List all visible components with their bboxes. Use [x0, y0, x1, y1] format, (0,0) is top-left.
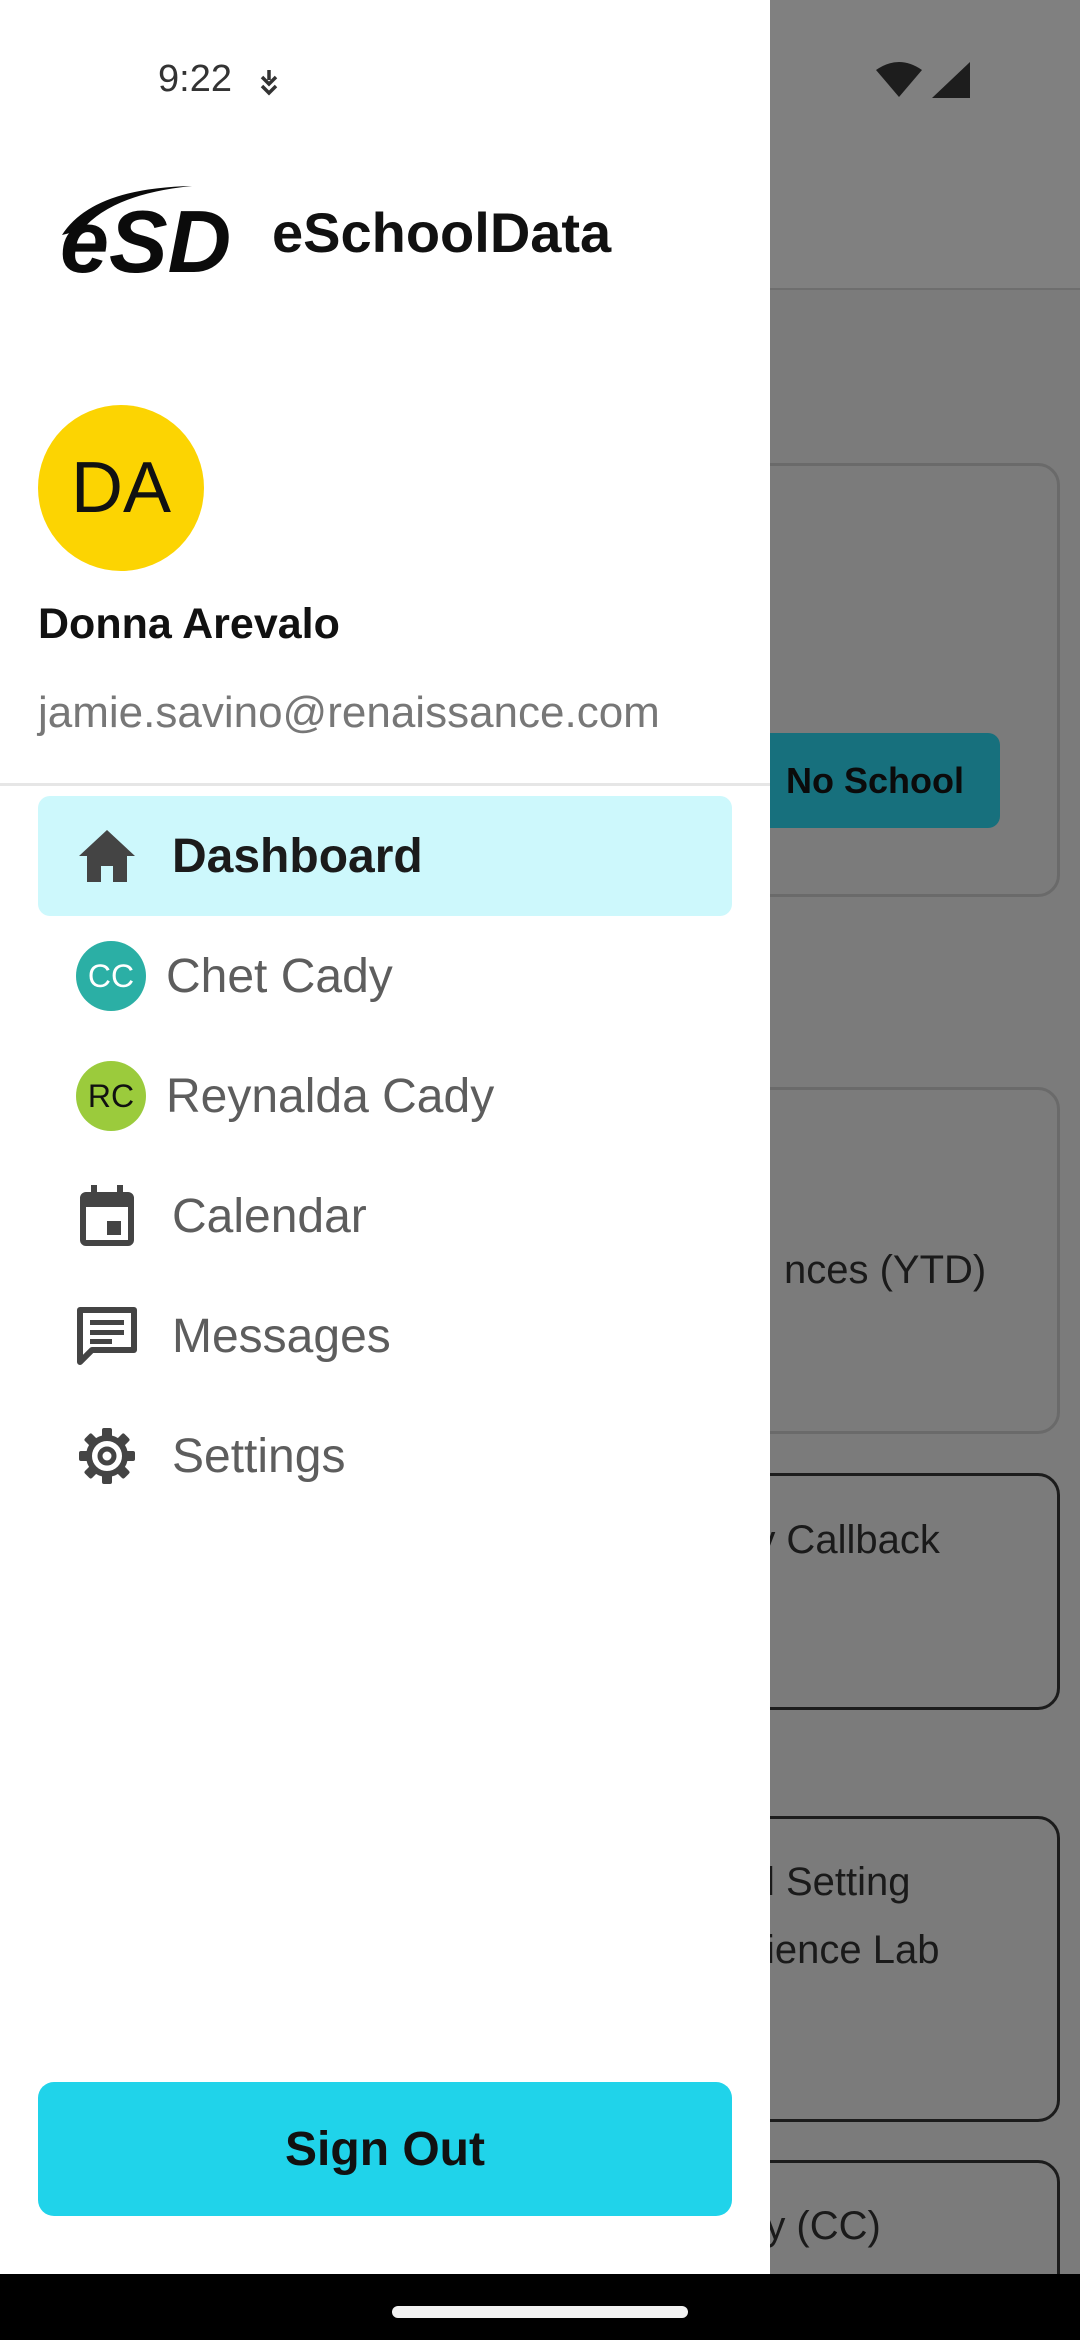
nav-label-dashboard: Dashboard	[172, 829, 423, 883]
app-name: eSchoolData	[272, 201, 612, 264]
background-card-5-text: ry (CC)	[752, 2204, 881, 2248]
sign-out-button[interactable]: Sign Out	[38, 2082, 732, 2216]
nav-label-calendar: Calendar	[172, 1189, 367, 1243]
home-icon	[76, 825, 138, 887]
nav-item-calendar[interactable]: Calendar	[38, 1156, 732, 1276]
calendar-icon	[76, 1185, 138, 1247]
message-icon	[76, 1305, 138, 1367]
home-gesture-handle[interactable]	[392, 2306, 688, 2318]
background-card-2-text: nces (YTD)	[784, 1248, 987, 1292]
nav-item-dashboard[interactable]: Dashboard	[38, 796, 732, 916]
nav-label-reynalda-cady: Reynalda Cady	[166, 1069, 495, 1123]
user-name: Donna Arevalo	[38, 600, 340, 648]
nav-item-reynalda-cady[interactable]: RC Reynalda Cady	[38, 1036, 732, 1156]
screen: No School nces (YTD) ry Callback l Setti…	[0, 0, 1080, 2340]
status-time: 9:22	[158, 58, 232, 100]
nav-label-messages: Messages	[172, 1309, 391, 1363]
divider	[0, 783, 770, 786]
nav-item-settings[interactable]: Settings	[38, 1396, 732, 1516]
download-status-icon	[260, 70, 278, 96]
student-avatar-cc: CC	[76, 941, 146, 1011]
student-avatar-rc: RC	[76, 1061, 146, 1131]
gear-icon	[76, 1425, 138, 1487]
navigation-drawer: 9:22 eSD eSchoolData DA Donna Arevalo ja…	[0, 0, 770, 2274]
nav-label-chet-cady: Chet Cady	[166, 949, 393, 1003]
nav-item-chet-cady[interactable]: CC Chet Cady	[38, 916, 732, 1036]
background-card-3-text: ry Callback	[742, 1518, 940, 1562]
user-avatar: DA	[38, 405, 204, 571]
status-icons	[876, 62, 970, 98]
esd-logo: eSD	[60, 186, 231, 285]
background-card-4-line2: ience Lab	[766, 1928, 940, 1972]
background-card-4-line1: l Setting	[766, 1860, 911, 1904]
brand-header: eSD eSchoolData	[52, 180, 611, 285]
svg-text:eSD: eSD	[60, 192, 231, 285]
wifi-icon	[876, 62, 922, 97]
user-email: jamie.savino@renaissance.com	[38, 688, 660, 737]
nav-label-settings: Settings	[172, 1429, 346, 1483]
nav-item-messages[interactable]: Messages	[38, 1276, 732, 1396]
nav-list: Dashboard CC Chet Cady RC Reynalda Cady	[38, 796, 732, 1516]
signal-icon	[932, 62, 970, 98]
no-school-chip: No School	[740, 733, 1000, 828]
